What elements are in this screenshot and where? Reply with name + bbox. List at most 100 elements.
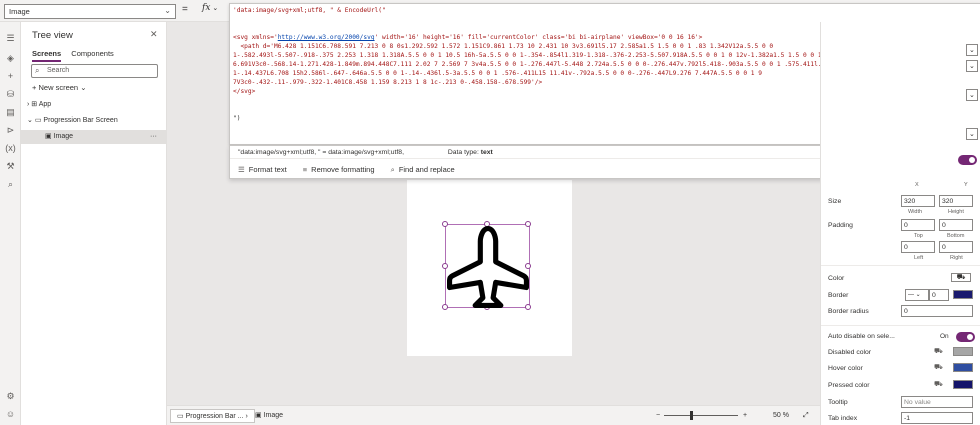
zoom-number: 50 — [773, 412, 781, 419]
tree-node-label: Progression Bar Screen — [43, 117, 118, 124]
find-replace-button[interactable]: ⌕ Find and replace — [391, 161, 455, 178]
search-icon[interactable]: ⌕ — [4, 178, 17, 191]
dropdown[interactable]: ⌄ — [966, 89, 978, 101]
image-breadcrumb[interactable]: ▣ Image — [249, 409, 289, 423]
dropdown[interactable]: ⌄ — [966, 44, 978, 56]
auto-disable-toggle[interactable] — [956, 332, 975, 342]
padding-top-input[interactable]: 0 — [901, 219, 935, 231]
screen-breadcrumb-label: Progression Bar ... — [185, 413, 244, 420]
color-label: Color — [828, 275, 845, 282]
tree-node-label: Image — [53, 133, 74, 140]
remove-formatting-button[interactable]: ≡ Remove formatting — [303, 161, 375, 178]
disabled-color-label: Disabled color — [828, 349, 872, 356]
divider — [821, 265, 980, 266]
new-screen-button[interactable]: + New screen ⌄ — [32, 83, 86, 92]
bottom-bar: ▭ Progression Bar ... › ▣ Image − + 50 %… — [167, 405, 820, 425]
properties-panel: ⌄ ⌄ ⌄ ⌄ X Y Size 320 320 Width Height Pa… — [820, 22, 980, 425]
tab-components[interactable]: Components — [71, 49, 114, 60]
tools-icon[interactable]: ⚒ — [4, 160, 17, 173]
height-label: Height — [948, 209, 964, 215]
media-icon[interactable]: ▤ — [4, 106, 17, 119]
close-icon[interactable]: ✕ — [150, 29, 158, 40]
zoom-slider[interactable] — [664, 415, 738, 416]
border-color-swatch[interactable] — [953, 290, 973, 299]
dropdown[interactable]: ⌄ — [966, 60, 978, 72]
tree-node-app[interactable]: › ⊞ App — [21, 98, 167, 112]
plus-icon: + — [32, 83, 37, 92]
tab-index-input[interactable]: -1 — [901, 412, 973, 424]
formula-url[interactable]: http://www.w3.org/2000/svg — [278, 34, 375, 41]
fit-screen-icon[interactable]: ⤢ — [797, 409, 815, 423]
zoom-slider-thumb[interactable] — [690, 411, 693, 420]
chevron-down-icon: ⌄ — [212, 4, 219, 12]
tooltip-label: Tooltip — [828, 399, 848, 406]
data-type-value: text — [480, 149, 493, 156]
hamburger-icon[interactable]: ☰ — [4, 32, 17, 45]
padding-right-input[interactable]: 0 — [939, 241, 973, 253]
divider — [821, 325, 980, 326]
border-style-dropdown[interactable]: — ⌄ — [905, 289, 929, 301]
screen-icon: ▭ — [177, 413, 184, 420]
tab-screens[interactable]: Screens — [32, 49, 62, 62]
tree-node-screen[interactable]: ⌄ ▭ Progression Bar Screen — [21, 114, 167, 128]
screen-breadcrumb[interactable]: ▭ Progression Bar ... › — [170, 409, 255, 423]
fx-label: fx — [202, 3, 211, 13]
formula-string: <svg xmlns=' — [233, 34, 278, 41]
paint-bucket-icon[interactable]: ⛟ — [934, 363, 943, 372]
format-icon: ☰ — [238, 165, 245, 174]
tree-node-label: App — [38, 101, 52, 108]
format-text-button[interactable]: ☰ Format text — [238, 161, 287, 178]
gear-icon[interactable]: ⚙ — [4, 390, 17, 403]
variables-icon[interactable]: (x) — [4, 142, 17, 155]
pressed-color-swatch[interactable] — [953, 380, 973, 389]
zoom-unit: % — [782, 412, 789, 419]
user-icon[interactable]: ☺ — [4, 408, 17, 421]
border-width-input[interactable]: 0 — [929, 289, 949, 301]
width-input[interactable]: 320 — [901, 195, 935, 207]
formula-line: 'data:image/svg+xml;utf8, " & EncodeUrl(… — [233, 6, 977, 15]
chevron-down-icon: ⌄ — [27, 117, 33, 124]
border-radius-input[interactable]: 0 — [901, 305, 973, 317]
zoom-in-button[interactable]: + — [737, 409, 753, 423]
left-label: Left — [914, 255, 924, 261]
bottom-label: Bottom — [947, 233, 965, 239]
tree-tabs: Screens Components — [32, 49, 122, 62]
power-automate-icon[interactable]: ⊳ — [4, 124, 17, 137]
airplane-icon[interactable] — [447, 226, 529, 308]
tree-view-panel: Tree view ✕ Screens Components ⌕ Search … — [21, 22, 167, 425]
image-icon: ▣ — [45, 133, 52, 140]
tooltip-input[interactable]: No value — [901, 396, 973, 408]
dropdown[interactable]: ⌄ — [966, 128, 978, 140]
layers-icon[interactable]: ◈ — [4, 52, 17, 65]
padding-label: Padding — [828, 222, 853, 229]
image-breadcrumb-label: Image — [263, 412, 284, 419]
padding-left-input[interactable]: 0 — [901, 241, 935, 253]
paint-bucket-icon[interactable]: ⛟ — [951, 273, 971, 282]
zoom-out-button[interactable]: − — [650, 409, 666, 423]
plus-icon[interactable]: + — [4, 70, 17, 83]
zoom-value: 50 % — [767, 409, 795, 423]
screen-icon: ▭ — [34, 117, 42, 124]
tree-node-image[interactable]: ▣ Image ··· — [21, 130, 167, 144]
paint-bucket-icon[interactable]: ⛟ — [934, 380, 943, 389]
property-dropdown[interactable]: Image ⌄ — [4, 4, 176, 19]
search-input[interactable]: ⌕ Search — [31, 64, 158, 78]
hover-color-swatch[interactable] — [953, 363, 973, 372]
disabled-color-swatch[interactable] — [953, 347, 973, 356]
paint-bucket-icon[interactable]: ⛟ — [934, 347, 943, 356]
top-label: Top — [914, 233, 923, 239]
height-input[interactable]: 320 — [939, 195, 973, 207]
auto-disable-label: Auto disable on sele... — [828, 333, 895, 340]
padding-bottom-input[interactable]: 0 — [939, 219, 973, 231]
data-icon[interactable]: ⛁ — [4, 88, 17, 101]
formula-string: ' width='16' height='16' fill='currentCo… — [374, 34, 703, 41]
y-label: Y — [964, 182, 968, 188]
more-options-icon[interactable]: ··· — [150, 130, 157, 144]
left-rail: ☰ ◈ + ⛁ ▤ ⊳ (x) ⚒ ⌕ ⚙ ☺ — [0, 22, 21, 425]
size-label: Size — [828, 198, 842, 205]
border-label: Border — [828, 292, 849, 299]
formula-string: 'data:image/svg+xml;utf8, " & EncodeUrl(… — [233, 7, 386, 14]
toggle[interactable] — [958, 155, 977, 165]
fx-button[interactable]: fx ⌄ — [202, 3, 218, 13]
remove-formatting-label: Remove formatting — [311, 165, 375, 174]
